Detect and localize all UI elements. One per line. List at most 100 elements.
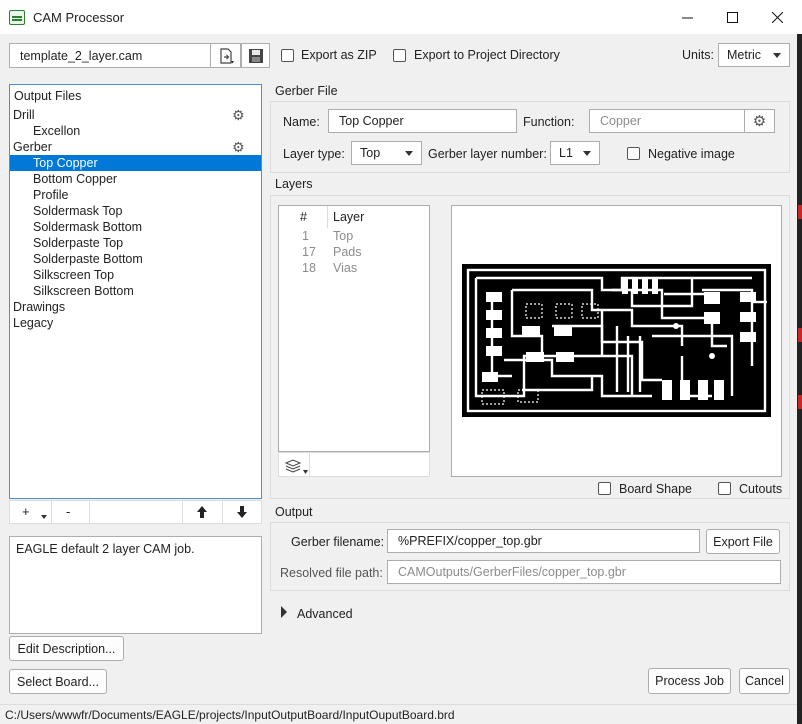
name-label: Name: [283, 115, 320, 129]
output-files-tree[interactable]: Output Files Drill ⚙ Excellon Gerber ⚙ T… [9, 84, 262, 499]
export-file-button[interactable]: Export File [706, 529, 780, 554]
layers-toolbar [278, 452, 430, 477]
layers-section-title: Layers [275, 177, 313, 191]
board-shape-checkbox[interactable] [598, 482, 611, 495]
process-job-button[interactable]: Process Job [648, 668, 731, 694]
edge-marker [798, 395, 802, 409]
divider [309, 453, 310, 476]
negative-image-label: Negative image [648, 147, 735, 161]
column-header-layer: Layer [333, 210, 365, 224]
arrow-down-icon[interactable] [236, 505, 248, 519]
description-text: EAGLE default 2 layer CAM job. [16, 542, 195, 556]
export-zip-label: Export as ZIP [301, 48, 377, 62]
select-board-button[interactable]: Select Board... [9, 669, 107, 694]
background-window-edge [797, 34, 802, 724]
units-label: Units: [682, 48, 714, 62]
tree-item-bottom-copper[interactable]: Bottom Copper [10, 171, 261, 187]
resolved-path-input: CAMOutputs/GerberFiles/copper_top.gbr [387, 560, 781, 584]
tree-item-solderpaste-top[interactable]: Solderpaste Top [10, 235, 261, 251]
edge-marker [798, 328, 802, 342]
layer-type-label: Layer type: [283, 147, 345, 161]
gear-icon: ⚙ [752, 113, 767, 130]
divider [51, 501, 52, 523]
board-shape-label: Board Shape [619, 482, 692, 496]
chevron-down-icon [583, 150, 591, 156]
divider [222, 501, 223, 523]
divider [182, 501, 183, 523]
tree-item-gerber[interactable]: Gerber [10, 139, 261, 155]
close-icon[interactable] [754, 0, 800, 34]
layer-number-select[interactable]: L1 [550, 141, 600, 165]
status-bar: C:/Users/wwwfr/Documents/EAGLE/projects/… [0, 704, 797, 724]
remove-output-button[interactable]: - [66, 504, 70, 519]
function-label: Function: [523, 115, 575, 129]
template-input[interactable]: template_2_layer.cam [9, 43, 211, 68]
edit-description-button[interactable]: Edit Description... [9, 636, 124, 661]
pcb-preview [451, 205, 782, 477]
tree-item-silkscreen-bottom[interactable]: Silkscreen Bottom [10, 283, 261, 299]
tree-item-top-copper[interactable]: Top Copper [10, 155, 261, 171]
gerber-file-section-title: Gerber File [275, 84, 338, 98]
negative-image-checkbox[interactable] [627, 147, 640, 160]
output-section-title: Output [275, 505, 313, 519]
arrow-up-icon[interactable] [196, 505, 208, 519]
tree-header: Output Files [14, 89, 82, 103]
pcb-top-copper-image [462, 264, 771, 417]
gear-icon[interactable]: ⚙ [232, 108, 246, 122]
cutouts-label: Cutouts [739, 482, 783, 496]
tree-item-solderpaste-bottom[interactable]: Solderpaste Bottom [10, 251, 261, 267]
layer-row-number: 17 [302, 245, 316, 259]
window-title: CAM Processor [33, 10, 125, 25]
column-header-number: # [300, 210, 307, 224]
gear-icon[interactable]: ⚙ [232, 140, 246, 154]
gerber-filename-input[interactable]: %PREFIX/copper_top.gbr [387, 529, 700, 553]
layer-number-value: L1 [559, 146, 573, 160]
layer-row-name[interactable]: Vias [333, 261, 357, 275]
divider [89, 501, 90, 523]
export-project-checkbox[interactable] [393, 49, 406, 62]
tree-item-drawings[interactable]: Drawings [10, 299, 261, 315]
units-select[interactable]: Metric [718, 43, 790, 67]
advanced-toggle[interactable]: Advanced [297, 607, 353, 621]
chevron-down-icon [41, 515, 47, 519]
save-icon [248, 48, 263, 63]
chevron-right-icon[interactable] [280, 606, 288, 618]
export-zip-checkbox[interactable] [281, 49, 294, 62]
title-bar: CAM Processor [0, 0, 802, 34]
function-settings-button[interactable]: ⚙ [744, 109, 775, 133]
gerber-filename-label: Gerber filename: [291, 535, 385, 549]
edge-marker [798, 205, 802, 219]
layer-type-select[interactable]: Top [351, 141, 422, 165]
maximize-icon[interactable] [709, 0, 755, 34]
tree-item-soldermask-top[interactable]: Soldermask Top [10, 203, 261, 219]
board-path: C:/Users/wwwfr/Documents/EAGLE/projects/… [5, 708, 455, 722]
cancel-button[interactable]: Cancel [739, 668, 790, 694]
layer-type-value: Top [360, 146, 381, 160]
function-input[interactable]: Copper [589, 109, 745, 133]
tree-item-silkscreen-top[interactable]: Silkscreen Top [10, 267, 261, 283]
open-file-icon [219, 47, 234, 64]
tree-item-legacy[interactable]: Legacy [10, 315, 261, 331]
app-icon [9, 10, 25, 25]
tree-item-soldermask-bottom[interactable]: Soldermask Bottom [10, 219, 261, 235]
name-input[interactable]: Top Copper [328, 109, 517, 133]
tree-item-drill[interactable]: Drill [10, 107, 261, 123]
add-output-button[interactable]: + [22, 504, 30, 519]
layer-number-label: Gerber layer number: [428, 147, 547, 161]
tree-item-excellon[interactable]: Excellon [10, 123, 261, 139]
tree-item-profile[interactable]: Profile [10, 187, 261, 203]
resolved-path-label: Resolved file path: [280, 566, 383, 580]
layer-row-name[interactable]: Top [333, 229, 353, 243]
column-divider [327, 206, 328, 228]
layers-icon[interactable] [284, 457, 308, 475]
chevron-down-icon [405, 150, 413, 156]
save-template-button[interactable] [241, 43, 270, 68]
description-box[interactable]: EAGLE default 2 layer CAM job. [9, 536, 262, 634]
load-template-button[interactable] [210, 43, 241, 68]
minimize-icon[interactable] [664, 0, 710, 34]
layer-row-name[interactable]: Pads [333, 245, 362, 259]
tree-toolbar: + - [9, 500, 262, 524]
cutouts-checkbox[interactable] [718, 482, 731, 495]
layers-list[interactable]: # Layer 1 Top 17 Pads 18 Vias [278, 205, 430, 452]
units-value: Metric [727, 48, 762, 62]
